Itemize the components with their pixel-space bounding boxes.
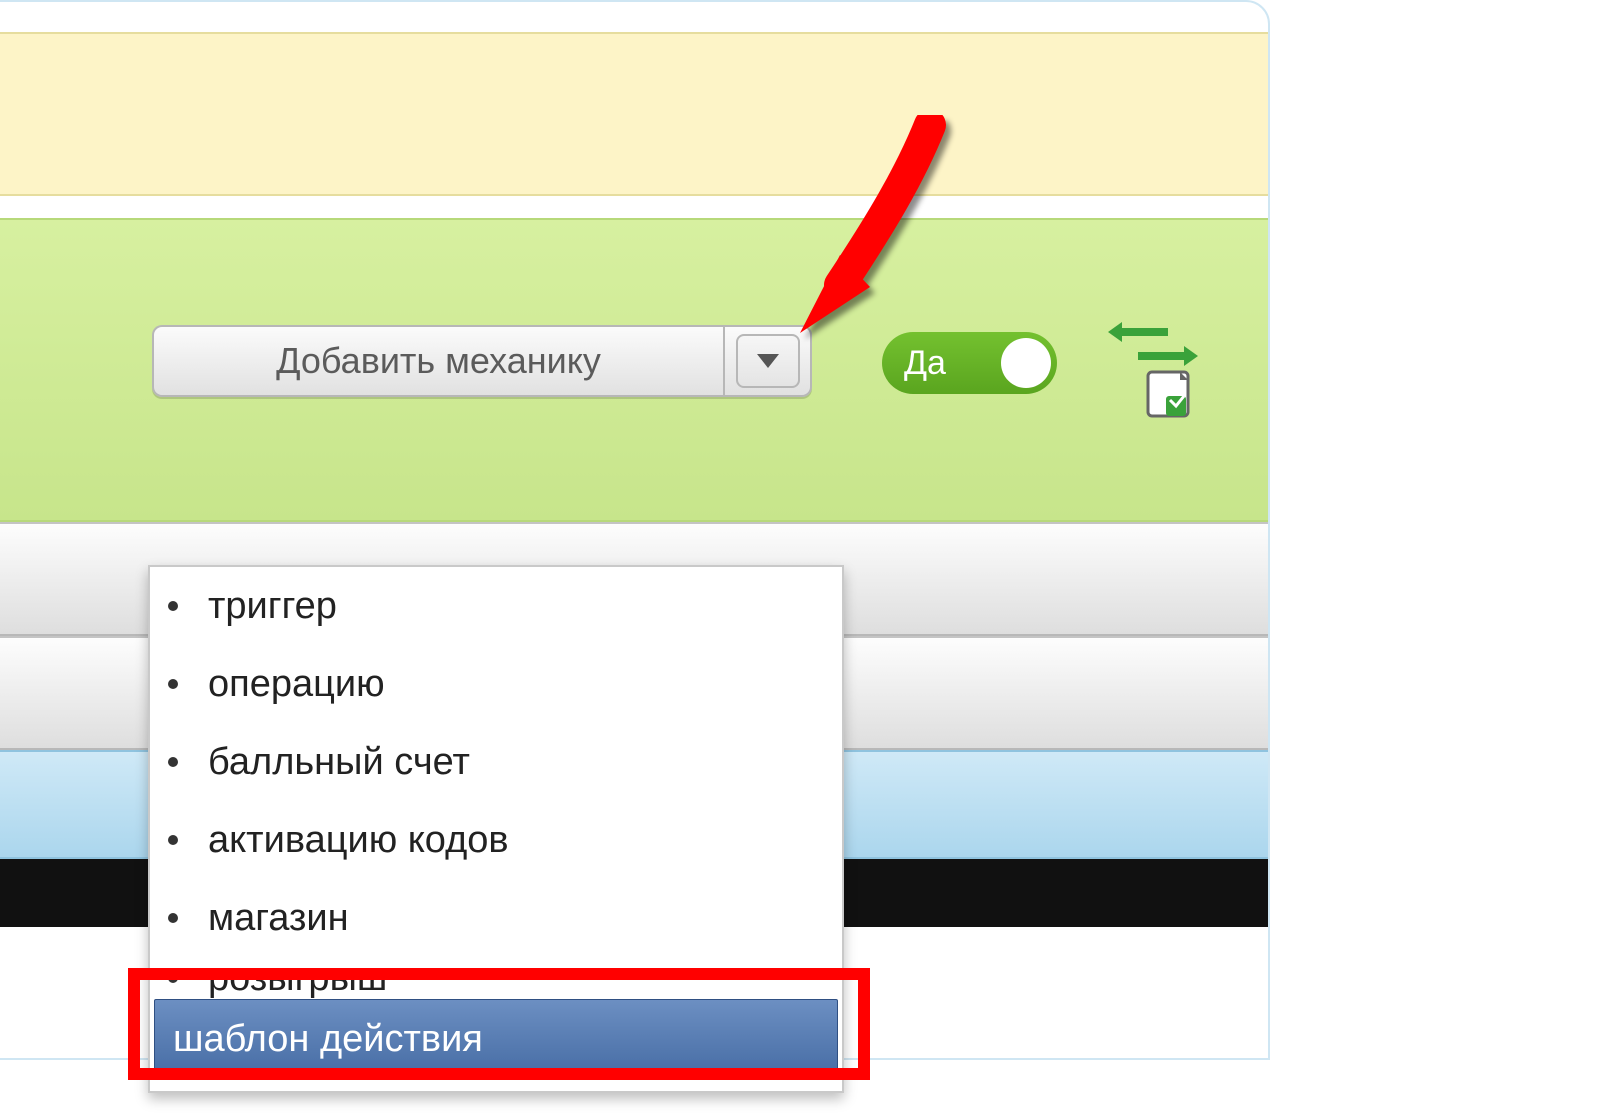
add-mechanic-button[interactable]: Добавить механику xyxy=(152,325,723,397)
menu-item-label: балльный счет xyxy=(208,741,470,784)
menu-item-operation[interactable]: операцию xyxy=(150,645,842,723)
add-mechanic-splitbutton[interactable]: Добавить механику xyxy=(152,325,812,397)
menu-item-label: операцию xyxy=(208,663,385,706)
viewport: Добавить механику Да xyxy=(0,0,1600,1114)
menu-item-label: розыгрыш xyxy=(208,957,387,999)
toggle-knob xyxy=(1001,338,1051,388)
menu-item-points-account[interactable]: балльный счет xyxy=(150,723,842,801)
add-mechanic-dropdown-toggle[interactable] xyxy=(723,325,812,397)
export-icon[interactable] xyxy=(1108,310,1198,420)
active-section-green: Добавить механику Да xyxy=(0,218,1268,522)
menu-item-store[interactable]: магазин xyxy=(150,879,842,957)
toggle-label: Да xyxy=(904,344,946,383)
caret-inner xyxy=(736,334,800,388)
menu-item-code-activation[interactable]: активацию кодов xyxy=(150,801,842,879)
bullet-icon xyxy=(168,601,178,611)
active-toggle[interactable]: Да xyxy=(882,332,1057,394)
menu-item-label: магазин xyxy=(208,897,349,940)
menu-item-label: активацию кодов xyxy=(208,819,509,862)
menu-item-trigger[interactable]: триггер xyxy=(150,567,842,645)
gap xyxy=(0,196,1268,218)
bullet-icon xyxy=(168,973,178,983)
bullet-icon xyxy=(168,679,178,689)
menu-item-label: шаблон действия xyxy=(173,1018,483,1061)
bullet-icon xyxy=(168,757,178,767)
menu-item-raffle[interactable]: розыгрыш xyxy=(150,957,842,999)
menu-item-label: триггер xyxy=(208,585,337,628)
bullet-icon xyxy=(168,835,178,845)
menu-item-action-template[interactable]: шаблон действия xyxy=(154,999,838,1079)
add-mechanic-label: Добавить механику xyxy=(276,340,601,382)
add-mechanic-menu: триггер операцию балльный счет активацию… xyxy=(148,565,844,1093)
collapsed-section-yellow[interactable] xyxy=(0,32,1268,196)
bullet-icon xyxy=(168,913,178,923)
chevron-down-icon xyxy=(757,354,779,368)
